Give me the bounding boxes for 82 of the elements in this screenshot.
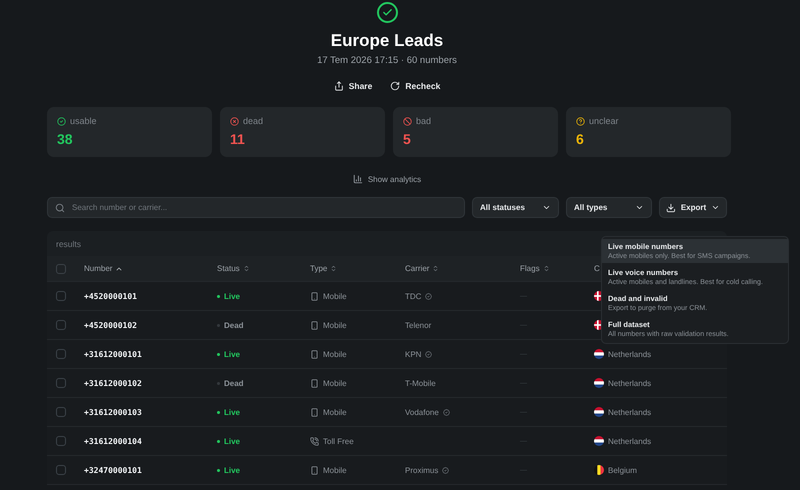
column-header[interactable]: Number [84,264,112,273]
page-subtitle: 17 Tem 2026 17:15 · 60 numbers [317,55,457,66]
type-label: Mobile [323,350,347,358]
share-icon [334,81,344,91]
row-checkbox[interactable] [56,378,66,388]
row-checkbox[interactable] [56,349,66,359]
recheck-button[interactable]: Recheck [388,78,442,94]
chevron-down-icon [542,203,551,212]
success-check-icon [376,2,398,23]
status-filter-dropdown[interactable]: All statuses [472,197,559,218]
search-field[interactable]: Search number or carrier... [47,197,465,218]
stat-value: 11 [230,131,246,147]
phone-number: +4520000101 [84,292,138,300]
column-header[interactable]: Status [217,264,240,273]
type-label: Mobile [323,466,347,474]
phone-number: +31612000102 [84,378,143,388]
country-name: Netherlands [608,378,652,388]
country-name: Netherlands [608,436,652,446]
sort-icon[interactable] [432,265,440,272]
question-circle-icon [576,116,585,126]
phone-number: +31612000101 [84,350,143,358]
status-label: Live [217,292,310,300]
prohibited-icon [403,116,412,126]
bar-chart-icon [352,174,363,184]
sort-icon[interactable] [242,265,250,272]
stat-value: 5 [403,131,412,147]
phone-number: +31612000103 [84,408,143,416]
page-title: Europe Leads [330,31,444,51]
share-button[interactable]: Share [332,78,374,94]
refresh-icon [390,81,400,91]
row-checkbox[interactable] [56,291,66,301]
stat-label: dead [243,116,264,126]
x-circle-icon [230,116,239,126]
type-label: Mobile [323,292,347,300]
export-button[interactable]: Export [659,197,727,218]
column-header[interactable]: Carrier [405,264,430,273]
carrier-name: TDC [405,292,422,300]
stat-label: unclear [589,116,619,126]
table-caption: results [56,238,82,248]
country-name: Netherlands [608,408,652,416]
search-icon [55,202,65,212]
status-label: Live [217,466,310,474]
type-label: Mobile [323,408,347,416]
row-checkbox[interactable] [56,436,66,446]
row-checkbox[interactable] [56,320,66,330]
type-label: Mobile [323,320,347,330]
phone-number: +4520000102 [84,320,138,330]
phone-number: +32470000101 [84,466,143,474]
chevron-down-icon [635,203,644,212]
stat-value: 38 [57,131,74,147]
row-checkbox[interactable] [56,407,66,417]
country-name: Belgium [608,466,637,474]
phone-number: +31612000104 [84,436,143,446]
type-label: Mobile [323,378,347,388]
type-label: Toll Free [323,436,354,446]
stat-label: usable [70,116,97,126]
status-label: Live [217,350,310,358]
country-name: Netherlands [608,350,652,358]
type-filter-dropdown[interactable]: All types [566,197,652,218]
check-circle-icon [57,116,66,126]
show-analytics-button[interactable]: Show analytics [346,173,428,185]
search-input[interactable]: Search number or carrier... [70,202,457,213]
chevron-down-icon [711,203,720,212]
download-icon [666,202,676,212]
carrier-name: T-Mobile [405,378,436,388]
status-label: Live [217,408,310,416]
carrier-name: KPN [405,350,422,358]
row-checkbox[interactable] [56,465,66,475]
status-label: Dead [217,378,310,388]
sort-icon[interactable] [330,265,338,272]
select-all-checkbox[interactable] [56,264,66,274]
carrier-name: Telenor [405,320,432,330]
status-label: Dead [217,320,310,330]
carrier-name: Vodafone [405,408,439,416]
stat-value: 6 [576,131,585,147]
column-header[interactable]: Flags [520,264,540,273]
carrier-name: Proximus [405,466,438,474]
status-label: Live [217,436,310,446]
column-header[interactable]: Type [310,264,328,273]
stat-label: bad [416,116,432,126]
sort-icon[interactable] [542,265,550,272]
column-header[interactable]: C [594,264,600,273]
